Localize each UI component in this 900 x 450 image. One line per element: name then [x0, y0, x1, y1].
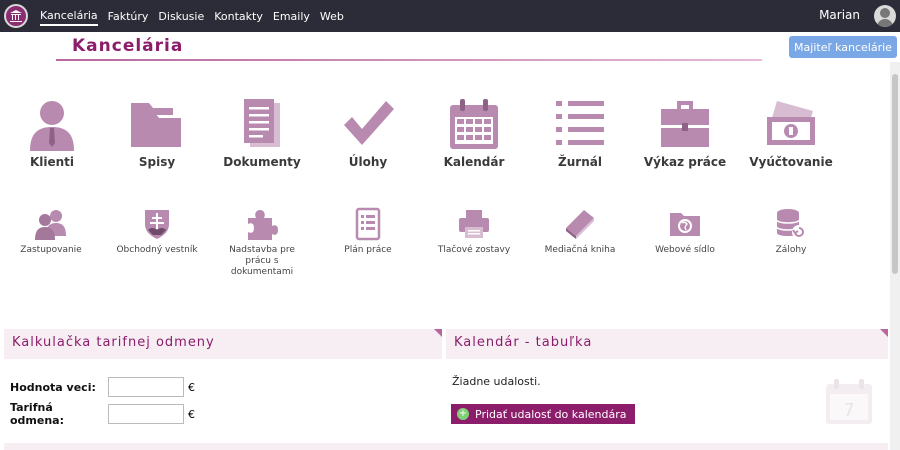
- calculator-title: Kalkulačka tarifnej odmeny: [4, 329, 442, 359]
- module-zalohy[interactable]: Zálohy: [746, 206, 836, 256]
- value-label: Hodnota veci:: [10, 380, 96, 394]
- nav-kontakty[interactable]: Kontakty: [214, 8, 263, 25]
- module-kalendar[interactable]: Kalendár: [424, 97, 524, 169]
- module-ulohy[interactable]: Úlohy: [318, 97, 418, 169]
- database-icon: [776, 209, 806, 239]
- fee-label: Tarifná odmena:: [10, 401, 65, 427]
- module-webove-sidlo[interactable]: Webové sídlo: [640, 206, 730, 256]
- add-event-button[interactable]: + Pridať udalosť do kalendára: [451, 404, 635, 424]
- user-icon: [30, 101, 74, 151]
- calendar-watermark-icon: 7: [826, 379, 872, 424]
- fee-currency: €: [188, 407, 195, 421]
- module-spisy[interactable]: Spisy: [107, 97, 207, 169]
- calendar-watermark-day: 7: [843, 400, 854, 421]
- logo-icon[interactable]: [4, 4, 28, 28]
- module-label: Zastupovanie: [20, 245, 82, 255]
- module-label: Klienti: [29, 155, 75, 169]
- document-icon: [244, 99, 280, 147]
- plus-icon: +: [457, 408, 469, 420]
- module-dokumenty[interactable]: Dokumenty: [212, 97, 312, 169]
- module-label: Plán práce: [344, 245, 392, 255]
- module-vykaz-prace[interactable]: Výkaz práce: [635, 97, 735, 169]
- users-icon: [35, 210, 66, 240]
- module-zastupovanie[interactable]: Zastupovanie: [6, 206, 96, 256]
- fee-input[interactable]: [108, 404, 184, 424]
- no-events-text: Žiadne udalosti.: [452, 375, 541, 388]
- briefcase-icon: [661, 101, 709, 147]
- money-icon: [767, 101, 815, 145]
- module-label: Webové sídlo: [655, 245, 715, 255]
- value-currency: €: [188, 380, 195, 394]
- scrollbar-thumb[interactable]: [892, 74, 898, 274]
- folder-icon: [131, 103, 181, 147]
- module-label: Dokumenty: [223, 155, 301, 169]
- module-klienti[interactable]: Klienti: [2, 97, 102, 169]
- checklist-icon: [355, 207, 381, 241]
- module-label: Výkaz práce: [643, 155, 727, 169]
- module-label: Žurnál: [558, 155, 602, 169]
- next-panel-strip: [4, 443, 888, 450]
- calendar-icon: [450, 99, 498, 149]
- title-divider: [56, 59, 762, 61]
- module-label: Nadstavba pre prácu s dokumentami: [229, 245, 295, 277]
- module-label: Úlohy: [348, 155, 388, 169]
- panel-corner: [880, 329, 888, 337]
- fee-row: Tarifná odmena: €: [10, 401, 195, 427]
- book-icon: [566, 210, 594, 239]
- module-nadstavba[interactable]: Nadstavba pre prácu s dokumentami: [217, 206, 307, 278]
- main-nav: Kancelária Faktúry Diskusie Kontakty Ema…: [40, 0, 344, 32]
- nav-kancelaria[interactable]: Kancelária: [40, 7, 98, 26]
- module-label: Vyúčtovanie: [749, 155, 833, 169]
- module-obchodny-vestnik[interactable]: Obchodný vestník: [112, 206, 202, 256]
- calendar-panel: Kalendár - tabuľka: [446, 329, 888, 449]
- module-zurnal[interactable]: Žurnál: [530, 97, 630, 169]
- scrollbar[interactable]: [890, 62, 900, 450]
- puzzle-icon: [248, 210, 278, 240]
- avatar[interactable]: [874, 5, 896, 27]
- user-name[interactable]: Marian: [819, 8, 860, 22]
- module-label: Zálohy: [775, 245, 807, 255]
- nav-diskusie[interactable]: Diskusie: [158, 8, 204, 25]
- top-navbar: Kancelária Faktúry Diskusie Kontakty Ema…: [0, 0, 900, 32]
- calendar-panel-title: Kalendár - tabuľka: [446, 329, 888, 359]
- nav-faktury[interactable]: Faktúry: [108, 8, 149, 25]
- module-plan-prace[interactable]: Plán práce: [323, 206, 413, 256]
- add-event-label: Pridať udalosť do kalendára: [475, 407, 627, 421]
- page-title: Kancelária: [72, 36, 184, 56]
- module-vyuctovanie[interactable]: Vyúčtovanie: [741, 97, 841, 169]
- module-mediacna-kniha[interactable]: Mediačná kniha: [535, 206, 625, 256]
- panel-corner: [434, 329, 442, 337]
- module-label: Tlačové zostavy: [437, 245, 511, 255]
- module-label: Kalendár: [443, 155, 505, 169]
- value-input[interactable]: [108, 377, 184, 397]
- module-label: Obchodný vestník: [116, 245, 198, 255]
- printer-icon: [459, 210, 489, 238]
- module-label: Mediačná kniha: [544, 245, 616, 255]
- module-tlacove-zostavy[interactable]: Tlačové zostavy: [429, 206, 519, 256]
- check-icon: [344, 101, 394, 145]
- owner-button[interactable]: Majiteľ kancelárie: [789, 36, 897, 58]
- nav-emaily[interactable]: Emaily: [273, 8, 310, 25]
- coat-of-arms-icon: [145, 210, 169, 239]
- module-label: Spisy: [138, 155, 176, 169]
- web-folder-icon: [670, 213, 700, 236]
- nav-web[interactable]: Web: [320, 8, 344, 25]
- list-icon: [556, 101, 604, 145]
- value-row: Hodnota veci: €: [10, 377, 195, 397]
